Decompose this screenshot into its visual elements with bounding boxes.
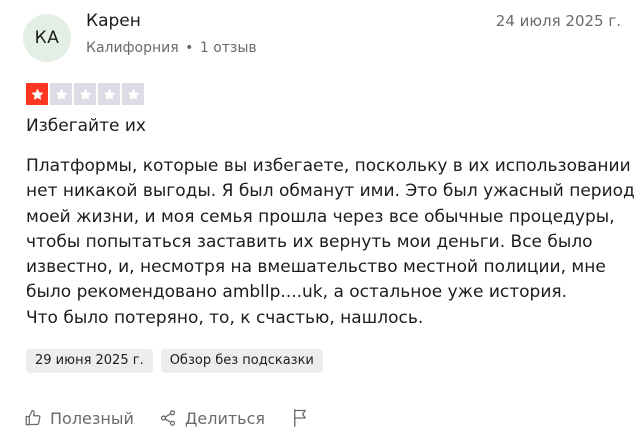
review-body-line: Платформы, которые вы избегаете, посколь… [26,156,631,176]
review-date: 24 июля 2025 г. [495,12,621,30]
useful-label: Полезный [50,408,134,428]
star-rating [26,83,144,105]
meta-separator: • [180,40,198,56]
share-label: Делиться [184,408,266,428]
unprompted-review-badge[interactable]: Обзор без подсказки [160,349,323,373]
star-icon [50,83,72,105]
avatar[interactable]: КА [23,14,71,62]
report-flag-button[interactable] [291,408,309,428]
flag-icon [291,408,309,428]
avatar-initials: КА [34,28,60,48]
author-name[interactable]: Карен [86,11,141,31]
author-meta: Калифорния • 1 отзыв [86,40,257,56]
review-body-line: было рекомендовано ambllp....uk, а остал… [26,282,568,303]
review-body-line: известно, и, несмотря на вмешательство м… [26,257,606,278]
review-actions: Полезный Делиться [24,406,309,430]
experience-date-badge: 29 июня 2025 г. [26,349,153,373]
review-body-line: чтобы попытаться заставить их вернуть мо… [26,231,593,252]
review-body-line: нет никакой выгоды. Я был обманут ими. Э… [26,181,635,202]
thumbs-up-icon [24,409,42,427]
author-location: Калифорния [86,40,179,56]
star-icon [98,83,120,105]
review-body-line: моей жизни, и моя семья прошла через все… [26,206,615,227]
star-icon [122,83,144,105]
star-icon [26,83,48,105]
review-title[interactable]: Избегайте их [26,116,146,136]
star-icon [74,83,96,105]
review-tags: 29 июня 2025 г. Обзор без подсказки [26,349,323,373]
share-button[interactable]: Делиться [159,409,265,428]
author-review-count: 1 отзыв [199,40,257,56]
review-body: Платформы, которые вы избегаете, посколь… [26,154,635,331]
useful-button[interactable]: Полезный [24,409,134,428]
share-icon [159,409,177,427]
review-body-line: Что было потеряно, то, к счастью, нашлос… [26,307,424,328]
